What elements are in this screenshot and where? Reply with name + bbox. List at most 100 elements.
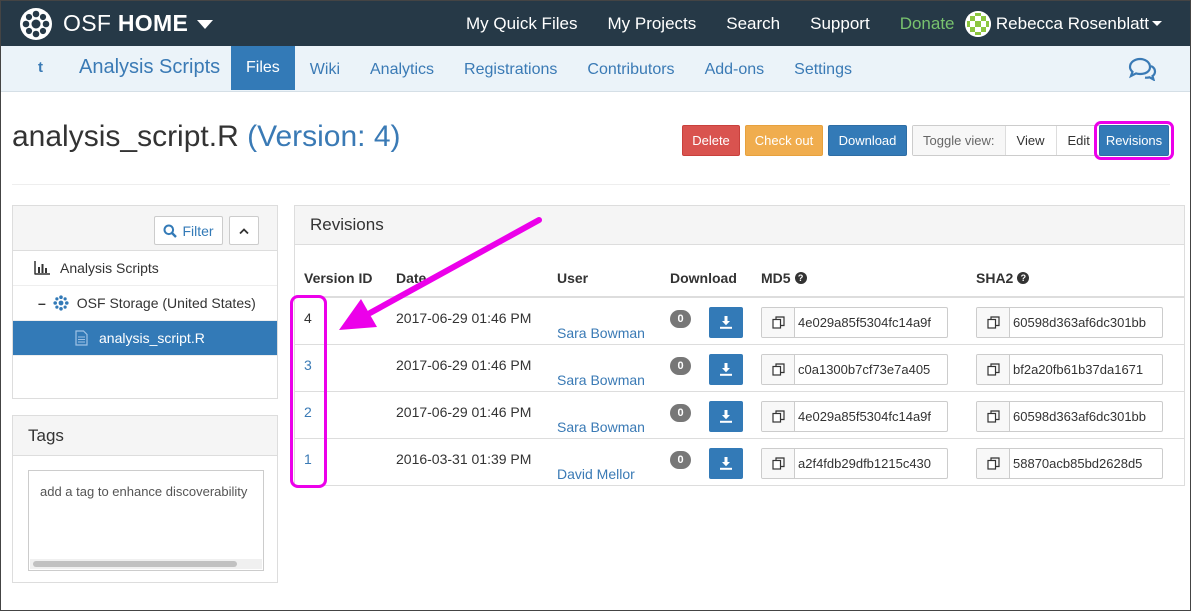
copy-md5-button[interactable]	[762, 355, 795, 384]
tree-item-project[interactable]: Analysis Scripts	[13, 251, 277, 286]
sha2-value[interactable]: bf2a20fb61b37da1671	[1010, 355, 1143, 384]
download-icon	[720, 410, 732, 423]
copy-icon	[986, 316, 1000, 329]
revision-date: 2017-06-29 01:46 PM	[396, 310, 532, 326]
copy-md5-button[interactable]	[762, 402, 795, 431]
delete-button[interactable]: Delete	[682, 125, 740, 156]
copy-icon	[771, 410, 785, 423]
comment-bubbles-icon[interactable]	[1127, 57, 1157, 81]
user-menu[interactable]: Rebecca Rosenblatt	[964, 1, 1162, 46]
revision-download-button[interactable]	[709, 307, 743, 338]
md5-field[interactable]: c0a1300b7cf73e7a405	[761, 354, 948, 385]
md5-value[interactable]: c0a1300b7cf73e7a405	[795, 355, 930, 384]
check-out-button[interactable]: Check out	[745, 125, 823, 156]
copy-md5-button[interactable]	[762, 449, 795, 478]
tab-registrations[interactable]: Registrations	[449, 46, 572, 90]
sha2-value[interactable]: 58870acb85bd2628d5	[1010, 449, 1142, 478]
chevron-up-icon	[239, 227, 249, 234]
copy-sha2-button[interactable]	[977, 449, 1010, 478]
copy-icon	[771, 363, 785, 376]
sha2-value[interactable]: 60598d363af6dc301bb	[1010, 308, 1146, 337]
header-download: Download	[670, 270, 737, 286]
tree-item-project-label: Analysis Scripts	[60, 260, 159, 276]
table-row: 4 2017-06-29 01:46 PM Sara Bowman 0 4e02…	[295, 296, 1184, 343]
table-row: 3 2017-06-29 01:46 PM Sara Bowman 0 c0a1…	[295, 344, 1184, 391]
download-button[interactable]: Download	[828, 125, 907, 156]
brand-bold: HOME	[117, 10, 189, 36]
brand-text: OSF HOME	[63, 10, 188, 37]
project-short-label[interactable]: t	[38, 59, 43, 76]
osf-logo-icon	[20, 7, 52, 40]
revisions-highlight-box	[1094, 121, 1174, 160]
tree-item-file[interactable]: analysis_script.R	[13, 321, 277, 356]
copy-icon	[986, 457, 1000, 470]
nav-support[interactable]: Support	[795, 14, 885, 34]
osf-home-menu[interactable]: OSF HOME	[19, 7, 214, 41]
avatar	[964, 10, 991, 37]
question-circle-icon[interactable]: ?	[794, 272, 807, 284]
sha2-field[interactable]: 58870acb85bd2628d5	[976, 448, 1163, 479]
view-toggle-button[interactable]: View	[1006, 126, 1057, 155]
bar-chart-icon	[34, 261, 50, 275]
file-name: analysis_script.R	[12, 120, 239, 153]
file-tree-header: Filter	[13, 206, 277, 251]
md5-field[interactable]: 4e029a85f5304fc14a9f	[761, 401, 948, 432]
toggle-view-group: Toggle view: View Edit	[912, 125, 1102, 156]
top-nav-links: My Quick Files My Projects Search Suppor…	[451, 1, 970, 46]
osf-storage-icon	[53, 295, 69, 311]
nav-my-projects[interactable]: My Projects	[592, 14, 711, 34]
tags-placeholder: add a tag to enhance discoverability	[40, 484, 248, 499]
md5-field[interactable]: 4e029a85f5304fc14a9f	[761, 307, 948, 338]
sha2-field[interactable]: 60598d363af6dc301bb	[976, 307, 1163, 338]
file-tree-panel: Filter Analysis Scripts – OSF Storage (U…	[12, 205, 278, 399]
tags-input[interactable]: add a tag to enhance discoverability	[28, 470, 264, 571]
revision-download-button[interactable]	[709, 448, 743, 479]
filter-label: Filter	[182, 222, 214, 239]
copy-md5-button[interactable]	[762, 308, 795, 337]
copy-sha2-button[interactable]	[977, 308, 1010, 337]
revision-download-button[interactable]	[709, 354, 743, 385]
collapse-sign[interactable]: –	[38, 295, 46, 311]
tab-settings[interactable]: Settings	[779, 46, 867, 90]
table-row: 1 2016-03-31 01:39 PM David Mellor 0 a2f…	[295, 438, 1184, 485]
sha2-value[interactable]: 60598d363af6dc301bb	[1010, 402, 1146, 431]
tab-add-ons[interactable]: Add-ons	[690, 46, 780, 90]
tree-item-file-label: analysis_script.R	[99, 330, 205, 346]
nav-donate[interactable]: Donate	[885, 14, 970, 34]
md5-value[interactable]: a2f4fdb29dfb1215c430	[795, 449, 931, 478]
download-count-badge: 0	[670, 357, 691, 375]
md5-value[interactable]: 4e029a85f5304fc14a9f	[795, 308, 931, 337]
header-md5-label: MD5	[761, 270, 791, 286]
sha2-field[interactable]: bf2a20fb61b37da1671	[976, 354, 1163, 385]
download-count-badge: 0	[670, 451, 691, 469]
download-icon	[720, 457, 732, 470]
header-sha2: SHA2?	[976, 270, 1030, 286]
revision-date: 2017-06-29 01:46 PM	[396, 357, 532, 373]
revision-download-button[interactable]	[709, 401, 743, 432]
tags-scrollbar[interactable]	[30, 559, 262, 569]
project-navbar: t Analysis Scripts Files Wiki Analytics …	[1, 46, 1190, 92]
nav-search[interactable]: Search	[711, 14, 795, 34]
tab-files[interactable]: Files	[231, 46, 295, 90]
tab-contributors[interactable]: Contributors	[572, 46, 689, 90]
copy-sha2-button[interactable]	[977, 355, 1010, 384]
tab-analytics[interactable]: Analytics	[355, 46, 449, 90]
tree-item-storage[interactable]: – OSF Storage (United States)	[13, 286, 277, 321]
collapse-tree-button[interactable]	[229, 216, 259, 245]
scrollbar-thumb[interactable]	[33, 561, 237, 567]
table-row: 2 2017-06-29 01:46 PM Sara Bowman 0 4e02…	[295, 391, 1184, 438]
copy-sha2-button[interactable]	[977, 402, 1010, 431]
sha2-field[interactable]: 60598d363af6dc301bb	[976, 401, 1163, 432]
caret-down-icon	[1152, 21, 1162, 26]
md5-field[interactable]: a2f4fdb29dfb1215c430	[761, 448, 948, 479]
project-title-link[interactable]: Analysis Scripts	[79, 56, 220, 79]
revision-date: 2016-03-31 01:39 PM	[396, 451, 532, 467]
filter-button[interactable]: Filter	[154, 216, 223, 245]
question-circle-icon[interactable]: ?	[1017, 272, 1030, 284]
nav-my-quick-files[interactable]: My Quick Files	[451, 14, 592, 34]
brand-light: OSF	[63, 10, 112, 36]
revisions-panel-title: Revisions	[295, 206, 1184, 245]
md5-value[interactable]: 4e029a85f5304fc14a9f	[795, 402, 931, 431]
divider	[12, 184, 1170, 185]
tab-wiki[interactable]: Wiki	[295, 46, 355, 90]
